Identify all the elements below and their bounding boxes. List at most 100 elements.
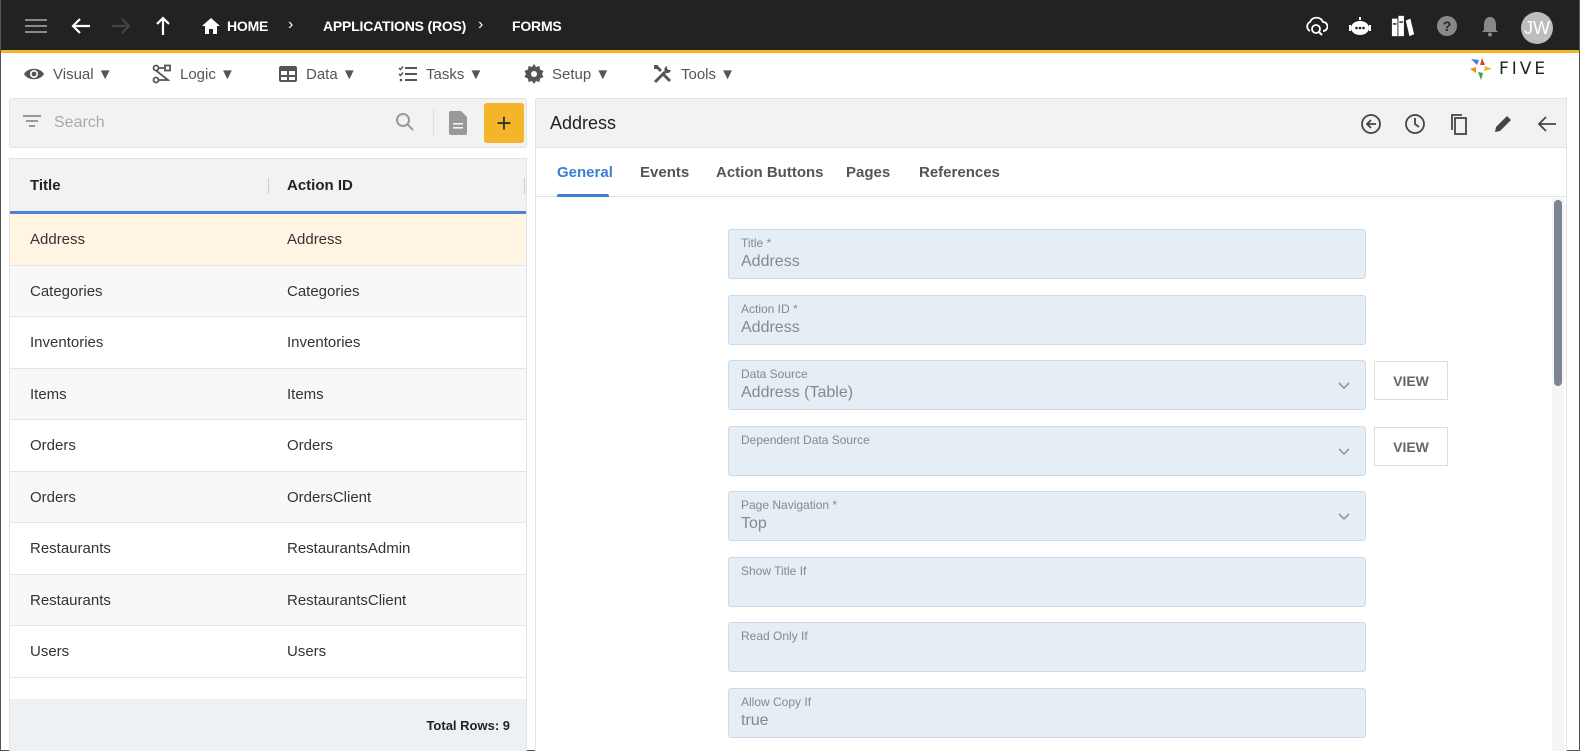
table-row[interactable]: Orders Orders <box>10 420 526 472</box>
menu-data[interactable]: Data ▼ <box>278 62 357 86</box>
total-rows: Total Rows: 9 <box>426 718 510 733</box>
column-header-action-id[interactable]: Action ID <box>287 177 353 194</box>
forms-table: Title Action ID Address Address Categories… <box>9 158 527 751</box>
copy-icon[interactable] <box>1446 111 1472 137</box>
revert-icon[interactable] <box>1358 111 1384 137</box>
forward-icon[interactable] <box>109 14 133 38</box>
tab-action-buttons[interactable]: Action Buttons <box>716 164 823 181</box>
menu-logic[interactable]: Logic ▼ <box>152 62 235 86</box>
search-icon[interactable] <box>395 112 415 137</box>
table-icon <box>278 65 298 83</box>
page-navigation-label: Page Navigation * <box>741 498 838 512</box>
table-body: Address Address Categories Categories Invent… <box>10 214 526 678</box>
menu-visual[interactable]: Visual ▼ <box>23 62 113 86</box>
menu-setup-label: Setup ▼ <box>552 65 611 83</box>
cell-action-id: Address <box>287 231 343 248</box>
table-row[interactable]: Restaurants RestaurantsClient <box>10 574 526 626</box>
logic-icon <box>152 64 172 84</box>
action-id-value[interactable]: Address <box>741 319 800 337</box>
table-row[interactable]: Users Users <box>10 626 526 678</box>
back-icon[interactable] <box>69 14 93 38</box>
menu-icon[interactable] <box>24 14 48 38</box>
cloud-search-icon[interactable] <box>1304 14 1328 38</box>
document-icon[interactable] <box>447 111 469 140</box>
avatar[interactable]: JW <box>1521 12 1553 44</box>
table-row[interactable]: Address Address <box>10 214 526 266</box>
library-icon[interactable] <box>1391 14 1415 38</box>
page-navigation-field[interactable]: Page Navigation * Top <box>728 491 1366 541</box>
cell-title: Restaurants <box>30 591 111 609</box>
dependent-data-source-view-button[interactable]: VIEW <box>1374 427 1448 466</box>
menu-tools-label: Tools ▼ <box>681 65 736 83</box>
scrollbar-thumb[interactable] <box>1554 200 1562 386</box>
title-field[interactable]: Title * Address <box>728 229 1366 279</box>
breadcrumb-home[interactable]: HOME <box>227 18 268 34</box>
scrollbar[interactable] <box>1552 198 1564 751</box>
detail-title: Address <box>550 113 617 133</box>
table-row[interactable]: Restaurants RestaurantsAdmin <box>10 523 526 575</box>
bell-icon[interactable] <box>1478 14 1502 38</box>
show-title-if-field[interactable]: Show Title If <box>728 557 1366 607</box>
menu-setup[interactable]: Setup ▼ <box>524 62 610 86</box>
chatbot-icon[interactable] <box>1348 14 1372 38</box>
allow-copy-if-field[interactable]: Allow Copy If true <box>728 688 1366 738</box>
menu-logic-label: Logic ▼ <box>180 65 235 83</box>
data-source-field[interactable]: Data Source Address (Table) <box>728 360 1366 410</box>
filter-icon[interactable] <box>22 113 42 134</box>
title-label: Title * <box>741 236 772 250</box>
data-source-view-button[interactable]: VIEW <box>1374 361 1448 400</box>
edit-icon[interactable] <box>1490 111 1516 137</box>
menu-tools[interactable]: Tools ▼ <box>653 62 735 86</box>
title-value[interactable]: Address <box>741 253 800 271</box>
breadcrumb-forms[interactable]: FORMS <box>512 18 562 34</box>
tools-icon <box>653 64 673 84</box>
tab-pages[interactable]: Pages <box>846 164 890 181</box>
column-resize-handle[interactable] <box>524 178 525 194</box>
tab-references[interactable]: References <box>919 164 1000 181</box>
cell-action-id: OrdersClient <box>287 488 372 506</box>
tab-general[interactable]: General <box>557 164 613 181</box>
five-logo-icon <box>1470 58 1492 80</box>
tab-bar: General Events Action Buttons Pages Refe… <box>536 148 1566 197</box>
cell-action-id: RestaurantsAdmin <box>287 540 411 557</box>
breadcrumb-applications[interactable]: APPLICATIONS (ROS) <box>323 18 466 34</box>
add-button[interactable]: + <box>484 103 524 143</box>
eye-icon <box>23 66 45 82</box>
read-only-if-field[interactable]: Read Only If <box>728 622 1366 672</box>
home-icon[interactable] <box>199 14 223 38</box>
table-row[interactable]: Items Items <box>10 368 526 420</box>
table-row[interactable]: Inventories Inventories <box>10 317 526 369</box>
table-row[interactable]: Orders OrdersClient <box>10 471 526 523</box>
cell-title: Orders <box>30 488 76 506</box>
column-header-title[interactable]: Title <box>30 177 61 194</box>
data-source-label: Data Source <box>741 367 808 381</box>
search-input[interactable] <box>54 109 384 137</box>
table-footer: Total Rows: 9 <box>10 699 526 751</box>
chevron-down-icon[interactable] <box>1337 509 1351 527</box>
column-resize-handle[interactable] <box>268 178 269 194</box>
page-navigation-value[interactable]: Top <box>741 515 767 533</box>
back-arrow-icon[interactable] <box>1534 111 1560 137</box>
chevron-down-icon[interactable] <box>1337 378 1351 396</box>
chevron-down-icon[interactable] <box>1337 444 1351 462</box>
menu-visual-label: Visual ▼ <box>53 65 113 83</box>
top-bar: HOME › APPLICATIONS (ROS) › FORMS ? JW <box>1 0 1579 53</box>
action-id-field[interactable]: Action ID * Address <box>728 295 1366 345</box>
search-bar: + <box>9 98 527 148</box>
cell-title: Restaurants <box>30 540 111 557</box>
show-title-if-label: Show Title If <box>741 564 807 578</box>
help-icon[interactable]: ? <box>1435 14 1459 38</box>
menu-tasks[interactable]: Tasks ▼ <box>398 62 483 86</box>
menu-data-label: Data ▼ <box>306 65 357 83</box>
cell-action-id: Categories <box>287 282 360 300</box>
cell-title: Categories <box>30 282 103 300</box>
cell-title: Items <box>30 385 67 403</box>
data-source-value[interactable]: Address (Table) <box>741 384 853 402</box>
tab-events[interactable]: Events <box>640 164 689 181</box>
history-icon[interactable] <box>1402 111 1428 137</box>
dependent-data-source-field[interactable]: Dependent Data Source <box>728 426 1366 476</box>
up-icon[interactable] <box>151 14 175 38</box>
table-row[interactable]: Categories Categories <box>10 265 526 317</box>
detail-panel: Address General Events Action Buttons Pa… <box>535 98 1567 751</box>
allow-copy-if-value[interactable]: true <box>741 712 769 730</box>
